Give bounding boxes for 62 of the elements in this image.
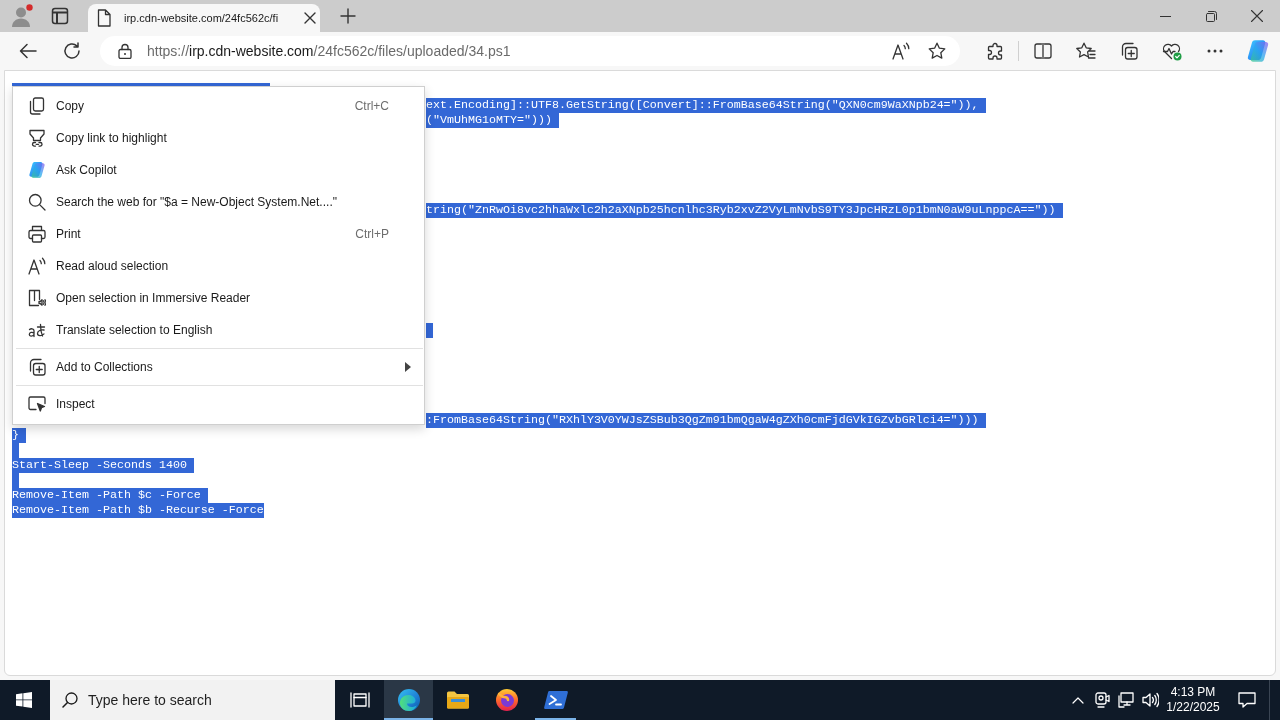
search-icon — [28, 193, 46, 211]
inspect-icon — [28, 395, 46, 413]
submenu-caret-icon — [405, 362, 411, 372]
highlighter-link-icon — [28, 129, 46, 147]
menu-item[interactable]: Search the web for "$a = New-Object System.Net...." — [13, 186, 424, 218]
folder-icon[interactable] — [445, 690, 470, 710]
windows-logo-icon[interactable] — [16, 692, 32, 708]
gradient-logo-icon[interactable] — [1245, 39, 1270, 63]
star-icon[interactable] — [928, 42, 946, 60]
menu-item[interactable]: Copy link to highlight — [13, 122, 424, 154]
minimize-icon[interactable] — [1159, 15, 1171, 17]
menu-item[interactable]: Inspect — [13, 388, 424, 420]
task-view-icon[interactable] — [349, 692, 370, 708]
read-aloud-icon[interactable] — [892, 42, 910, 60]
menu-item[interactable]: Ask Copilot — [13, 154, 424, 186]
menu-item[interactable]: Add to Collections — [13, 351, 424, 383]
clock-date[interactable]: 1/22/2025 — [1166, 700, 1220, 715]
search-icon — [62, 692, 78, 708]
refresh-icon[interactable] — [63, 42, 81, 60]
network-monitor-icon[interactable] — [1118, 692, 1134, 708]
menu-item[interactable]: Translate selection to English — [13, 314, 424, 346]
menu-item[interactable]: Copy Ctrl+C — [13, 90, 424, 122]
clock-time[interactable]: 4:13 PM — [1170, 685, 1216, 700]
heart-pulse-check-icon[interactable] — [1161, 41, 1182, 61]
restore-icon[interactable] — [1205, 10, 1217, 22]
chevron-up-icon[interactable] — [1072, 696, 1084, 704]
camera-icon[interactable] — [1094, 692, 1110, 708]
back-arrow-icon[interactable] — [19, 43, 37, 59]
flame-globe-icon[interactable] — [494, 688, 519, 712]
profile-avatar-icon[interactable] — [11, 4, 33, 28]
gradient-logo-icon — [28, 161, 46, 179]
collections-icon — [28, 358, 46, 376]
address-bar[interactable]: https://irp.cdn-website.com/24fc562c/files/uploaded/34.ps1 — [100, 36, 960, 66]
taskbar-button[interactable] — [384, 680, 433, 720]
browser-tab[interactable]: irp.cdn-website.com/24fc562c/fi — [88, 4, 320, 32]
menu-item[interactable]: Print Ctrl+P — [13, 218, 424, 250]
translate-icon — [28, 321, 46, 339]
menu-item[interactable]: Read aloud selection — [13, 250, 424, 282]
close-icon[interactable] — [1251, 10, 1263, 22]
swirl-circle-icon[interactable] — [396, 688, 421, 712]
printer-icon — [28, 225, 46, 243]
address-text[interactable]: https://irp.cdn-website.com/24fc562c/files/uploaded/34.ps1 — [147, 43, 511, 59]
tab-actions-icon[interactable] — [51, 7, 69, 25]
split-screen-icon[interactable] — [1033, 43, 1052, 59]
book-speaker-icon — [28, 289, 46, 307]
document-icon — [96, 9, 112, 27]
shortcut-label: Ctrl+C — [354, 99, 389, 113]
copy-icon — [28, 97, 46, 115]
search-field[interactable]: Type here to search — [50, 680, 335, 720]
plus-icon[interactable] — [340, 8, 356, 24]
read-aloud-icon — [28, 257, 46, 275]
more-icon[interactable] — [1206, 49, 1223, 53]
favorites-list-icon[interactable] — [1075, 42, 1096, 60]
notification-icon[interactable] — [1237, 692, 1256, 708]
collections-icon[interactable] — [1119, 42, 1138, 60]
lock-icon[interactable] — [118, 43, 132, 59]
speaker-icon[interactable] — [1141, 692, 1159, 708]
puzzle-piece-icon[interactable] — [985, 42, 1004, 60]
menu-item[interactable]: Open selection in Immersive Reader — [13, 282, 424, 314]
shortcut-label: Ctrl+P — [355, 227, 389, 241]
terminal-icon[interactable] — [543, 690, 568, 710]
close-icon[interactable] — [304, 12, 316, 24]
